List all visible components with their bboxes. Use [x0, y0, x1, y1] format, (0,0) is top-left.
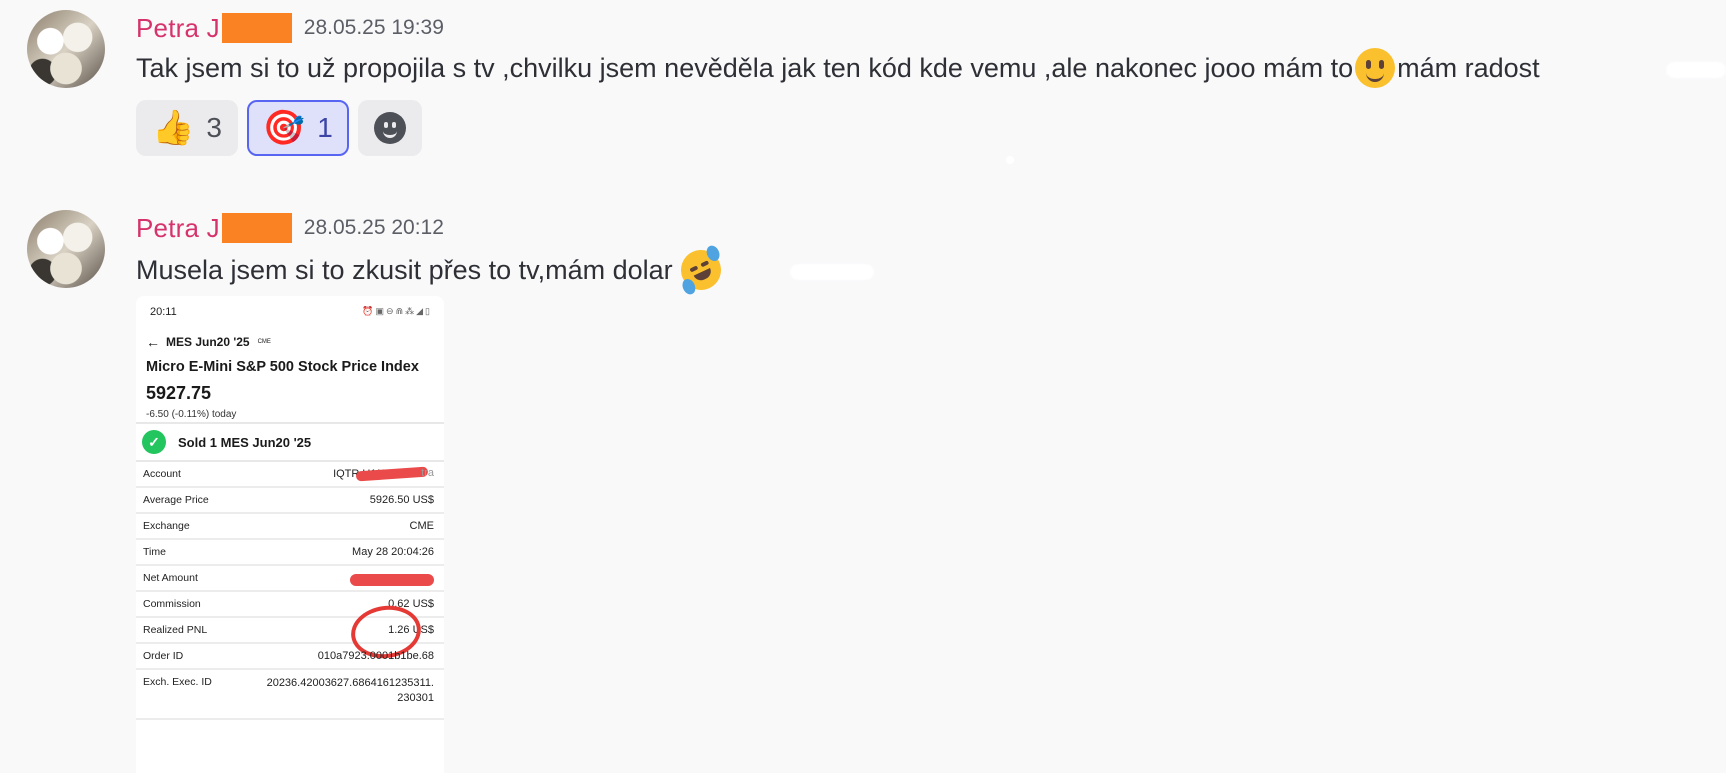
status-icons: ⏰▣⊖⋒⁂◢▯ — [362, 306, 432, 316]
nav-row: ← MES Jun20 '25 CME — [146, 334, 271, 350]
user-avatar[interactable] — [27, 210, 105, 288]
reactions-bar: 👍 3 🎯 1 — [136, 100, 422, 156]
row-value: 5926.50 US$ — [369, 494, 434, 506]
decoration-dot — [1006, 156, 1014, 164]
add-reaction-button[interactable] — [357, 100, 422, 156]
thumbs-up-icon: 👍 — [152, 108, 195, 148]
username[interactable]: Petra J — [136, 213, 220, 244]
target-icon: 🎯 — [262, 108, 306, 148]
slightly-smiling-face-icon — [1355, 48, 1396, 88]
row-label: Order ID — [143, 650, 184, 662]
row-label: Net Amount — [143, 572, 198, 584]
row-value-suffix: tra — [421, 467, 434, 479]
smudge — [790, 264, 874, 280]
detail-row: Net Amount — [136, 566, 444, 592]
detail-row: Average Price 5926.50 US$ — [136, 488, 444, 514]
price: 5927.75 — [146, 383, 212, 403]
add-reaction-icon — [373, 112, 406, 144]
image-attachment[interactable]: 20:11 ⏰▣⊖⋒⁂◢▯ ← MES Jun20 '25 CME Micro … — [136, 296, 444, 773]
message-header: Petra J 28.05.25 19:39 — [136, 10, 444, 46]
fill-text: Sold 1 MES Jun20 '25 — [178, 434, 312, 450]
reaction-target[interactable]: 🎯 1 — [246, 100, 349, 156]
message-2: Petra J 28.05.25 20:12 Musela jsem si to… — [0, 200, 1726, 773]
back-arrow-icon: ← — [146, 334, 160, 350]
detail-row: Exchange CME — [136, 514, 444, 540]
message-header: Petra J 28.05.25 20:12 — [136, 210, 444, 246]
row-label: Commission — [143, 598, 201, 610]
redaction-scribble — [350, 574, 434, 586]
row-value: CME — [409, 520, 434, 532]
price-change: -6.50 (-0.11%) today — [146, 409, 237, 420]
row-label: Time — [143, 546, 166, 558]
smudge — [1666, 62, 1726, 78]
timestamp: 28.05.25 20:12 — [303, 216, 444, 239]
message-text: Tak jsem si to už propojila s tv ,chvilk… — [136, 48, 1540, 88]
detail-row: Account IQTR U1158 tra — [136, 462, 444, 488]
message-text: Musela jsem si to zkusit přes to tv,mám … — [136, 243, 728, 297]
row-value-line: 20236.42003627.6864161235311. — [266, 677, 434, 689]
detail-row: Exch. Exec. ID 20236.42003627.6864161235… — [136, 670, 444, 720]
row-value-line: 230301 — [397, 692, 434, 704]
order-details: Account IQTR U1158 tra Average Price 592… — [136, 462, 444, 720]
check-icon: ✓ — [142, 430, 166, 454]
row-value: 20236.42003627.6864161235311. 230301 — [267, 676, 434, 706]
detail-row: Order ID 010a7923.0001b1be.68 — [136, 644, 444, 670]
row-value: May 28 20:04:26 — [352, 546, 434, 558]
message-text-part: Musela jsem si to zkusit přes to tv,mám … — [136, 254, 673, 285]
message-text-part: mám radost — [1397, 52, 1540, 83]
detail-row: Realized PNL 1.26 US$ — [136, 601, 444, 663]
fill-row: ✓ Sold 1 MES Jun20 '25 — [136, 422, 444, 462]
detail-row: Time May 28 20:04:26 — [136, 540, 444, 566]
row-label: Realized PNL — [143, 624, 208, 636]
nav-tag: CME — [257, 339, 271, 345]
row-label: Exchange — [143, 520, 190, 532]
reaction-thumbs-up[interactable]: 👍 3 — [136, 100, 238, 156]
message-1: Petra J 28.05.25 19:39 Tak jsem si to už… — [0, 0, 1726, 190]
message-text-part: Tak jsem si to už propojila s tv ,chvilk… — [136, 52, 1354, 83]
username[interactable]: Petra J — [136, 13, 220, 44]
nav-title: MES Jun20 '25 — [166, 335, 250, 349]
reaction-count: 1 — [317, 112, 333, 143]
row-label: Account — [143, 468, 181, 480]
row-label: Exch. Exec. ID — [143, 676, 212, 688]
row-value: 010a7923.0001b1be.68 — [317, 650, 434, 662]
row-label: Average Price — [143, 494, 209, 506]
status-time: 20:11 — [150, 306, 177, 318]
timestamp: 28.05.25 19:39 — [303, 16, 444, 39]
redaction-box — [221, 213, 292, 243]
user-avatar[interactable] — [27, 10, 105, 88]
reaction-count: 3 — [206, 112, 222, 143]
redaction-box — [221, 13, 292, 43]
rolling-on-floor-laughing-icon — [674, 243, 728, 297]
instrument-name: Micro E-Mini S&P 500 Stock Price Index — [146, 359, 419, 375]
